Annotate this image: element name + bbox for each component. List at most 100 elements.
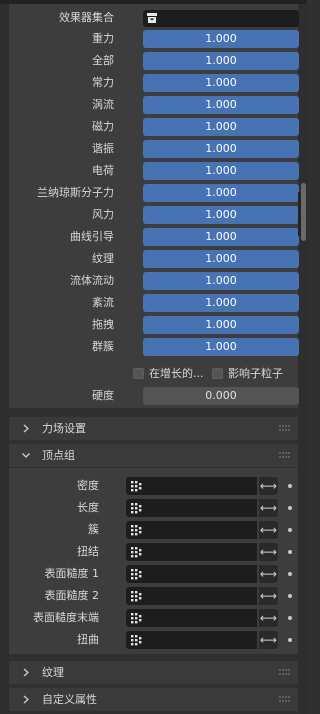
weight-label: 紊流 <box>92 296 114 309</box>
vertex-group-field[interactable] <box>126 609 257 627</box>
vertex-group-icon <box>131 503 142 514</box>
vertex-group-icon <box>131 525 142 536</box>
effector-collection-label: 效果器集合 <box>59 11 114 24</box>
stiffness-slider[interactable]: 0.000 <box>143 387 299 405</box>
swap-arrows-icon[interactable]: ⟷ <box>259 565 278 583</box>
vertex-group-label: 长度 <box>77 501 99 514</box>
weight-label: 风力 <box>92 208 114 221</box>
weight-slider[interactable]: 1.000 <box>143 250 299 268</box>
weight-slider[interactable]: 1.000 <box>143 140 299 158</box>
swap-arrows-icon[interactable]: ⟷ <box>259 521 278 539</box>
vertex-group-field[interactable] <box>126 499 257 517</box>
chevron-right-icon <box>23 668 29 677</box>
vertex-group-label: 表面糙度末端 <box>33 611 99 624</box>
texture-header[interactable]: 纹理 <box>9 661 298 684</box>
force-field-settings-title: 力场设置 <box>42 422 86 435</box>
vertex-group-label: 扭结 <box>77 545 99 558</box>
weight-label: 曲线引导 <box>70 230 114 243</box>
chevron-down-icon <box>22 453 30 458</box>
keyframe-dot-icon[interactable] <box>288 638 292 642</box>
field-weights-panel: 效果器集合 重力 1.000 全部 1.000 常力 1.000 涡流 1.000 磁力 1.00… <box>9 4 299 408</box>
vertex-group-field[interactable] <box>126 565 257 583</box>
weight-slider[interactable]: 1.000 <box>143 184 299 202</box>
keyframe-dot-icon[interactable] <box>288 572 292 576</box>
weight-label: 谐振 <box>92 142 114 155</box>
weight-label: 流体流动 <box>70 274 114 287</box>
vertex-group-label: 表面糙度 2 <box>44 589 100 602</box>
scrollbar[interactable] <box>301 183 306 241</box>
keyframe-dot-icon[interactable] <box>288 528 292 532</box>
weight-label: 常力 <box>92 76 114 89</box>
vertex-group-field[interactable] <box>126 543 257 561</box>
vertex-group-icon <box>131 569 142 580</box>
keyframe-dot-icon[interactable] <box>288 550 292 554</box>
swap-arrows-icon[interactable]: ⟷ <box>259 587 278 605</box>
vertex-groups-panel: 密度 ⟷ 长度 ⟷ 簇 ⟷ 扭结 ⟷ 表面糙度 1 ⟷ 表面糙度 2 ⟷ 表面糙度末端 ⟷ 扭曲 ⟷ <box>9 468 298 654</box>
weight-label: 群簇 <box>92 340 114 353</box>
weight-slider[interactable]: 1.000 <box>143 338 299 356</box>
weight-slider[interactable]: 1.000 <box>143 74 299 92</box>
vertex-group-icon <box>131 481 142 492</box>
swap-arrows-icon[interactable]: ⟷ <box>259 477 278 495</box>
vertex-group-field[interactable] <box>126 631 257 649</box>
custom-properties-header[interactable]: 自定义属性 <box>9 688 298 711</box>
vertex-group-icon <box>131 547 142 558</box>
grip-dots-icon[interactable] <box>279 696 290 703</box>
vertex-group-field[interactable] <box>126 477 257 495</box>
force-field-settings-header[interactable]: 力场设置 <box>9 417 298 440</box>
vertex-group-icon <box>131 613 142 624</box>
weight-slider[interactable]: 1.000 <box>143 228 299 246</box>
chevron-right-icon <box>23 424 29 433</box>
weight-label: 兰纳琼斯分子力 <box>37 186 114 199</box>
grip-dots-icon[interactable] <box>279 425 290 432</box>
in-growth-checkbox[interactable] <box>133 368 144 379</box>
vertex-groups-header[interactable]: 顶点组 <box>9 444 298 467</box>
keyframe-dot-icon[interactable] <box>288 506 292 510</box>
grip-dots-icon[interactable] <box>279 669 290 676</box>
vertex-group-icon <box>131 635 142 646</box>
weight-label: 拖拽 <box>92 318 114 331</box>
weight-slider[interactable]: 1.000 <box>143 294 299 312</box>
affect-children-label: 影响子粒子 <box>228 367 283 380</box>
effector-collection-field[interactable] <box>143 10 299 27</box>
vertex-group-field[interactable] <box>126 587 257 605</box>
swap-arrows-icon[interactable]: ⟷ <box>259 631 278 649</box>
custom-properties-title: 自定义属性 <box>42 693 97 706</box>
stiffness-label: 硬度 <box>92 389 114 402</box>
weight-slider[interactable]: 1.000 <box>143 206 299 224</box>
grip-dots-icon[interactable] <box>279 452 290 459</box>
left-gutter <box>0 4 9 714</box>
weight-label: 纹理 <box>92 252 114 265</box>
weight-label: 磁力 <box>92 120 114 133</box>
vertex-group-icon <box>131 591 142 602</box>
chevron-right-icon <box>23 695 29 704</box>
in-growth-label: 在增长的... <box>149 367 204 380</box>
right-gutter <box>298 4 307 714</box>
weight-slider[interactable]: 1.000 <box>143 96 299 114</box>
swap-arrows-icon[interactable]: ⟷ <box>259 543 278 561</box>
weight-slider[interactable]: 1.000 <box>143 52 299 70</box>
keyframe-dot-icon[interactable] <box>288 594 292 598</box>
weight-slider[interactable]: 1.000 <box>143 162 299 180</box>
weight-label: 全部 <box>92 54 114 67</box>
swap-arrows-icon[interactable]: ⟷ <box>259 499 278 517</box>
keyframe-dot-icon[interactable] <box>288 616 292 620</box>
vertex-groups-title: 顶点组 <box>42 449 75 462</box>
weight-slider[interactable]: 1.000 <box>143 118 299 136</box>
keyframe-dot-icon[interactable] <box>288 484 292 488</box>
vertex-group-label: 表面糙度 1 <box>44 567 100 580</box>
weight-slider[interactable]: 1.000 <box>143 316 299 334</box>
swap-arrows-icon[interactable]: ⟷ <box>259 609 278 627</box>
weight-slider[interactable]: 1.000 <box>143 272 299 290</box>
weight-label: 涡流 <box>92 98 114 111</box>
weight-label: 重力 <box>92 32 114 45</box>
vertex-group-label: 扭曲 <box>77 633 99 646</box>
texture-title: 纹理 <box>42 666 64 679</box>
weight-label: 电荷 <box>92 164 114 177</box>
vertex-group-label: 簇 <box>88 523 99 536</box>
weight-slider[interactable]: 1.000 <box>143 30 299 48</box>
collection-icon <box>147 13 157 23</box>
vertex-group-field[interactable] <box>126 521 257 539</box>
vertex-group-label: 密度 <box>77 479 99 492</box>
affect-children-checkbox[interactable] <box>212 368 223 379</box>
